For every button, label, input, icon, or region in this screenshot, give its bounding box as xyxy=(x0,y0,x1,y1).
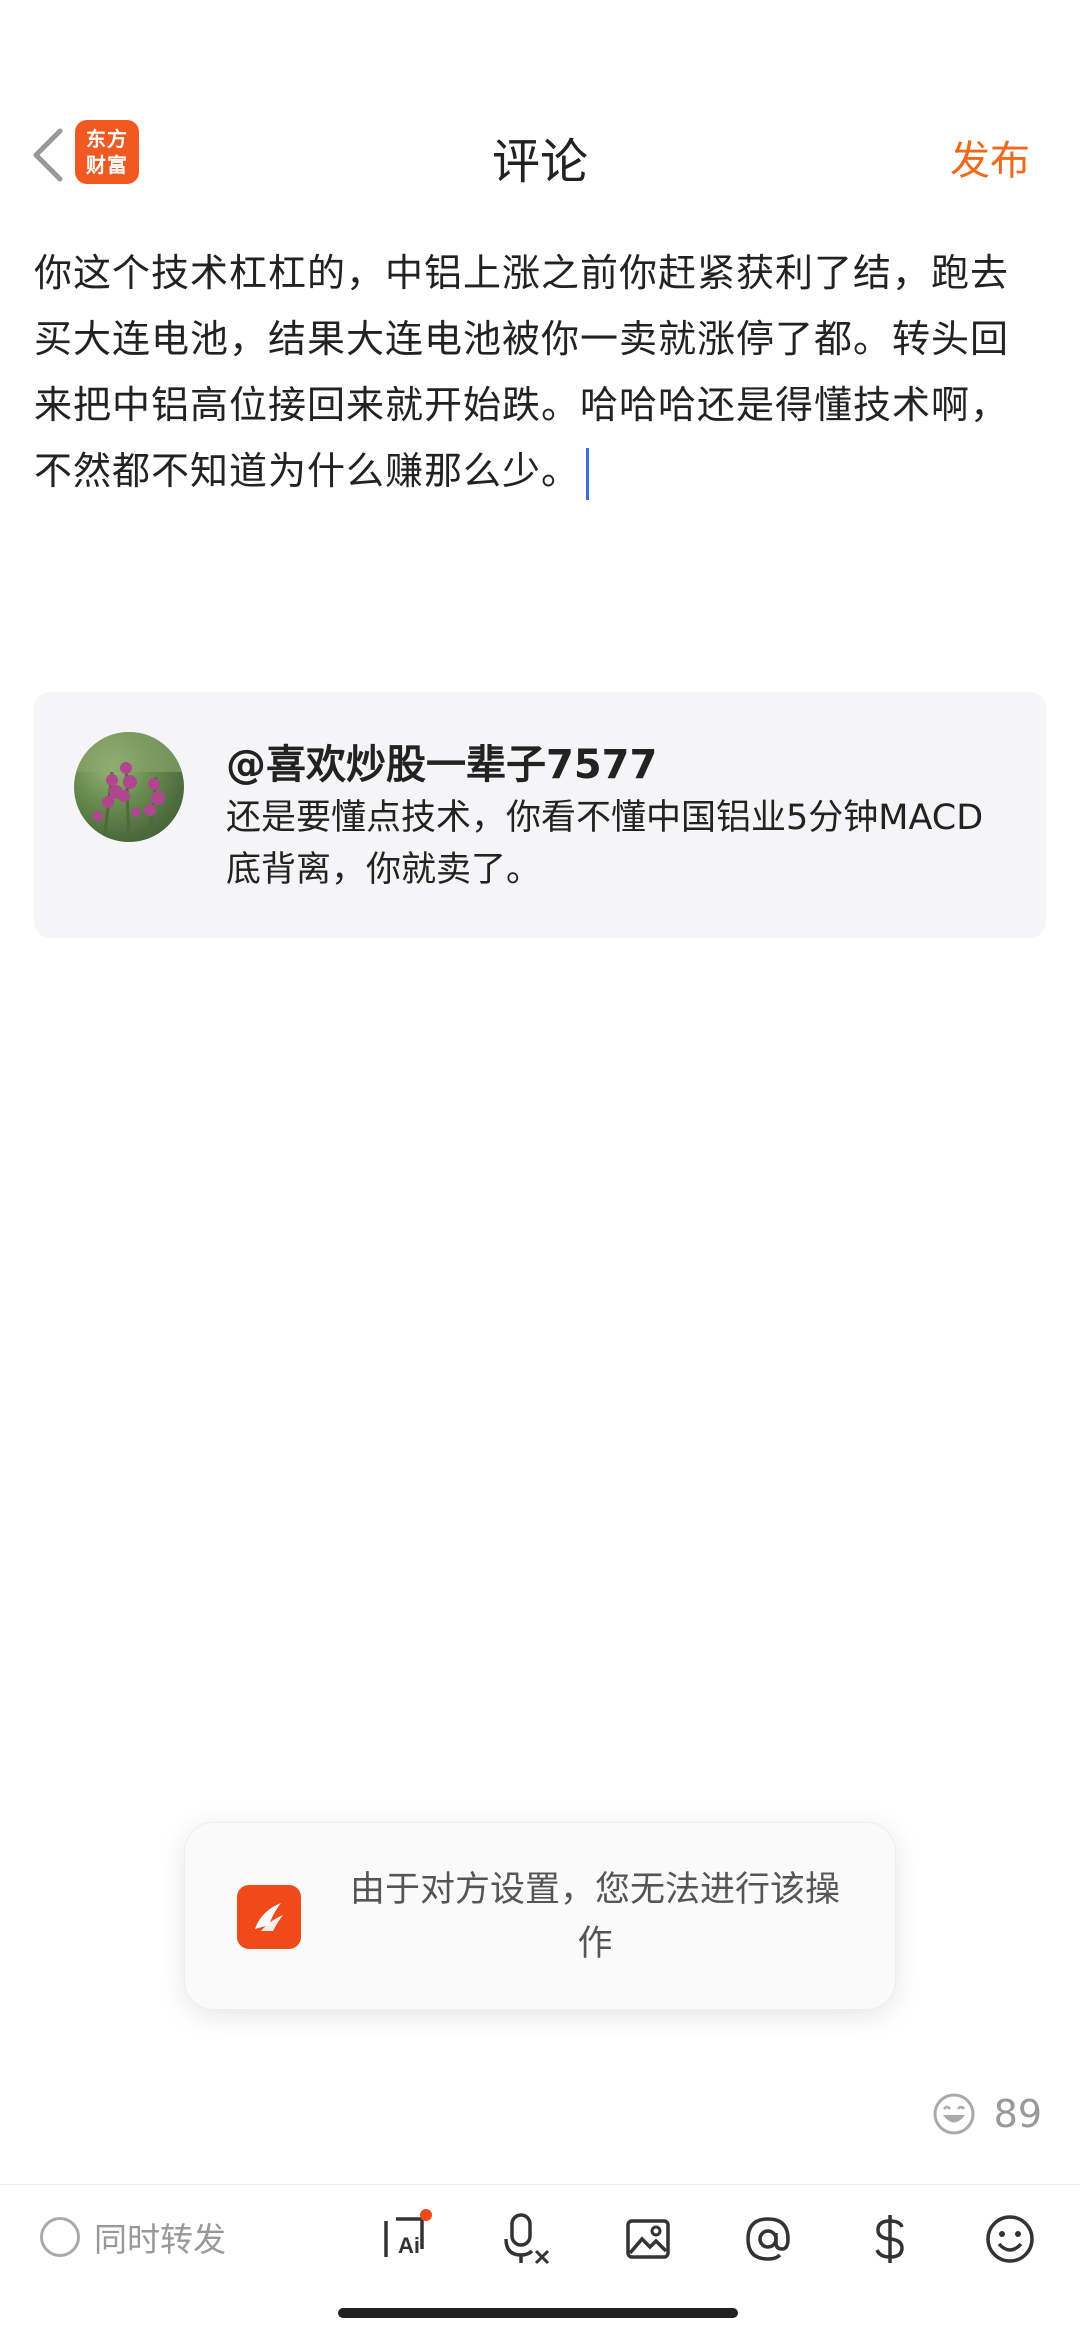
quoted-username[interactable]: @喜欢炒股一辈子7577 xyxy=(226,732,657,790)
mention-button[interactable] xyxy=(738,2209,798,2269)
ask-ai-button[interactable]: Ai xyxy=(376,2209,436,2269)
page-title: 评论 xyxy=(491,134,588,190)
toast-notification: 由于对方设置，您无法进行该操作 xyxy=(184,1822,896,2010)
image-icon xyxy=(626,2219,670,2259)
avatar-image xyxy=(74,732,184,842)
emoji-icon xyxy=(986,2215,1034,2263)
home-indicator[interactable] xyxy=(338,2308,738,2318)
app-brand-icon xyxy=(255,1903,283,1931)
emoji-count-value: 89 xyxy=(993,2092,1042,2136)
emoji-counter[interactable]: 89 xyxy=(932,2092,1042,2136)
avatar xyxy=(74,732,184,842)
voice-to-text-icon xyxy=(504,2213,550,2265)
bottom-toolbar: 同时转发 Ai xyxy=(0,2184,1080,2294)
comment-input[interactable]: 你这个技术杠杠的，中铝上涨之前你赶紧获利了结，跑去买大连电池，结果大连电池被你一… xyxy=(34,240,1044,504)
quoted-comment-card[interactable]: @喜欢炒股一辈子7577 还是要懂点技术，你看不懂中国铝业5分钟MACD底背离，… xyxy=(34,692,1046,938)
toast-message: 由于对方设置，您无法进行该操作 xyxy=(349,1870,840,1964)
emoji-button[interactable] xyxy=(980,2209,1040,2269)
voice-input-button[interactable] xyxy=(498,2209,558,2269)
ask-ai-icon: Ai xyxy=(384,2209,432,2258)
laughing-emoji-icon xyxy=(933,2093,975,2135)
repost-label: 同时转发 xyxy=(94,2220,226,2259)
top-bar: 东方 财富 评论 发布 xyxy=(0,100,1080,210)
app-icon xyxy=(237,1885,301,1949)
dollar-icon xyxy=(875,2215,904,2263)
quoted-text: 还是要懂点技术，你看不懂中国铝业5分钟MACD底背离，你就卖了。 xyxy=(226,798,984,890)
repost-toggle[interactable]: 同时转发 xyxy=(40,2213,226,2261)
publish-button[interactable]: 发布 xyxy=(950,128,1030,186)
svg-text:Ai: Ai xyxy=(398,2233,420,2258)
comment-text: 你这个技术杠杠的，中铝上涨之前你赶紧获利了结，跑去买大连电池，结果大连电池被你一… xyxy=(34,251,1010,493)
repost-radio[interactable] xyxy=(40,2217,80,2257)
text-cursor xyxy=(586,447,590,500)
stock-button[interactable] xyxy=(860,2209,920,2269)
image-button[interactable] xyxy=(618,2209,678,2269)
at-icon xyxy=(746,2217,790,2261)
